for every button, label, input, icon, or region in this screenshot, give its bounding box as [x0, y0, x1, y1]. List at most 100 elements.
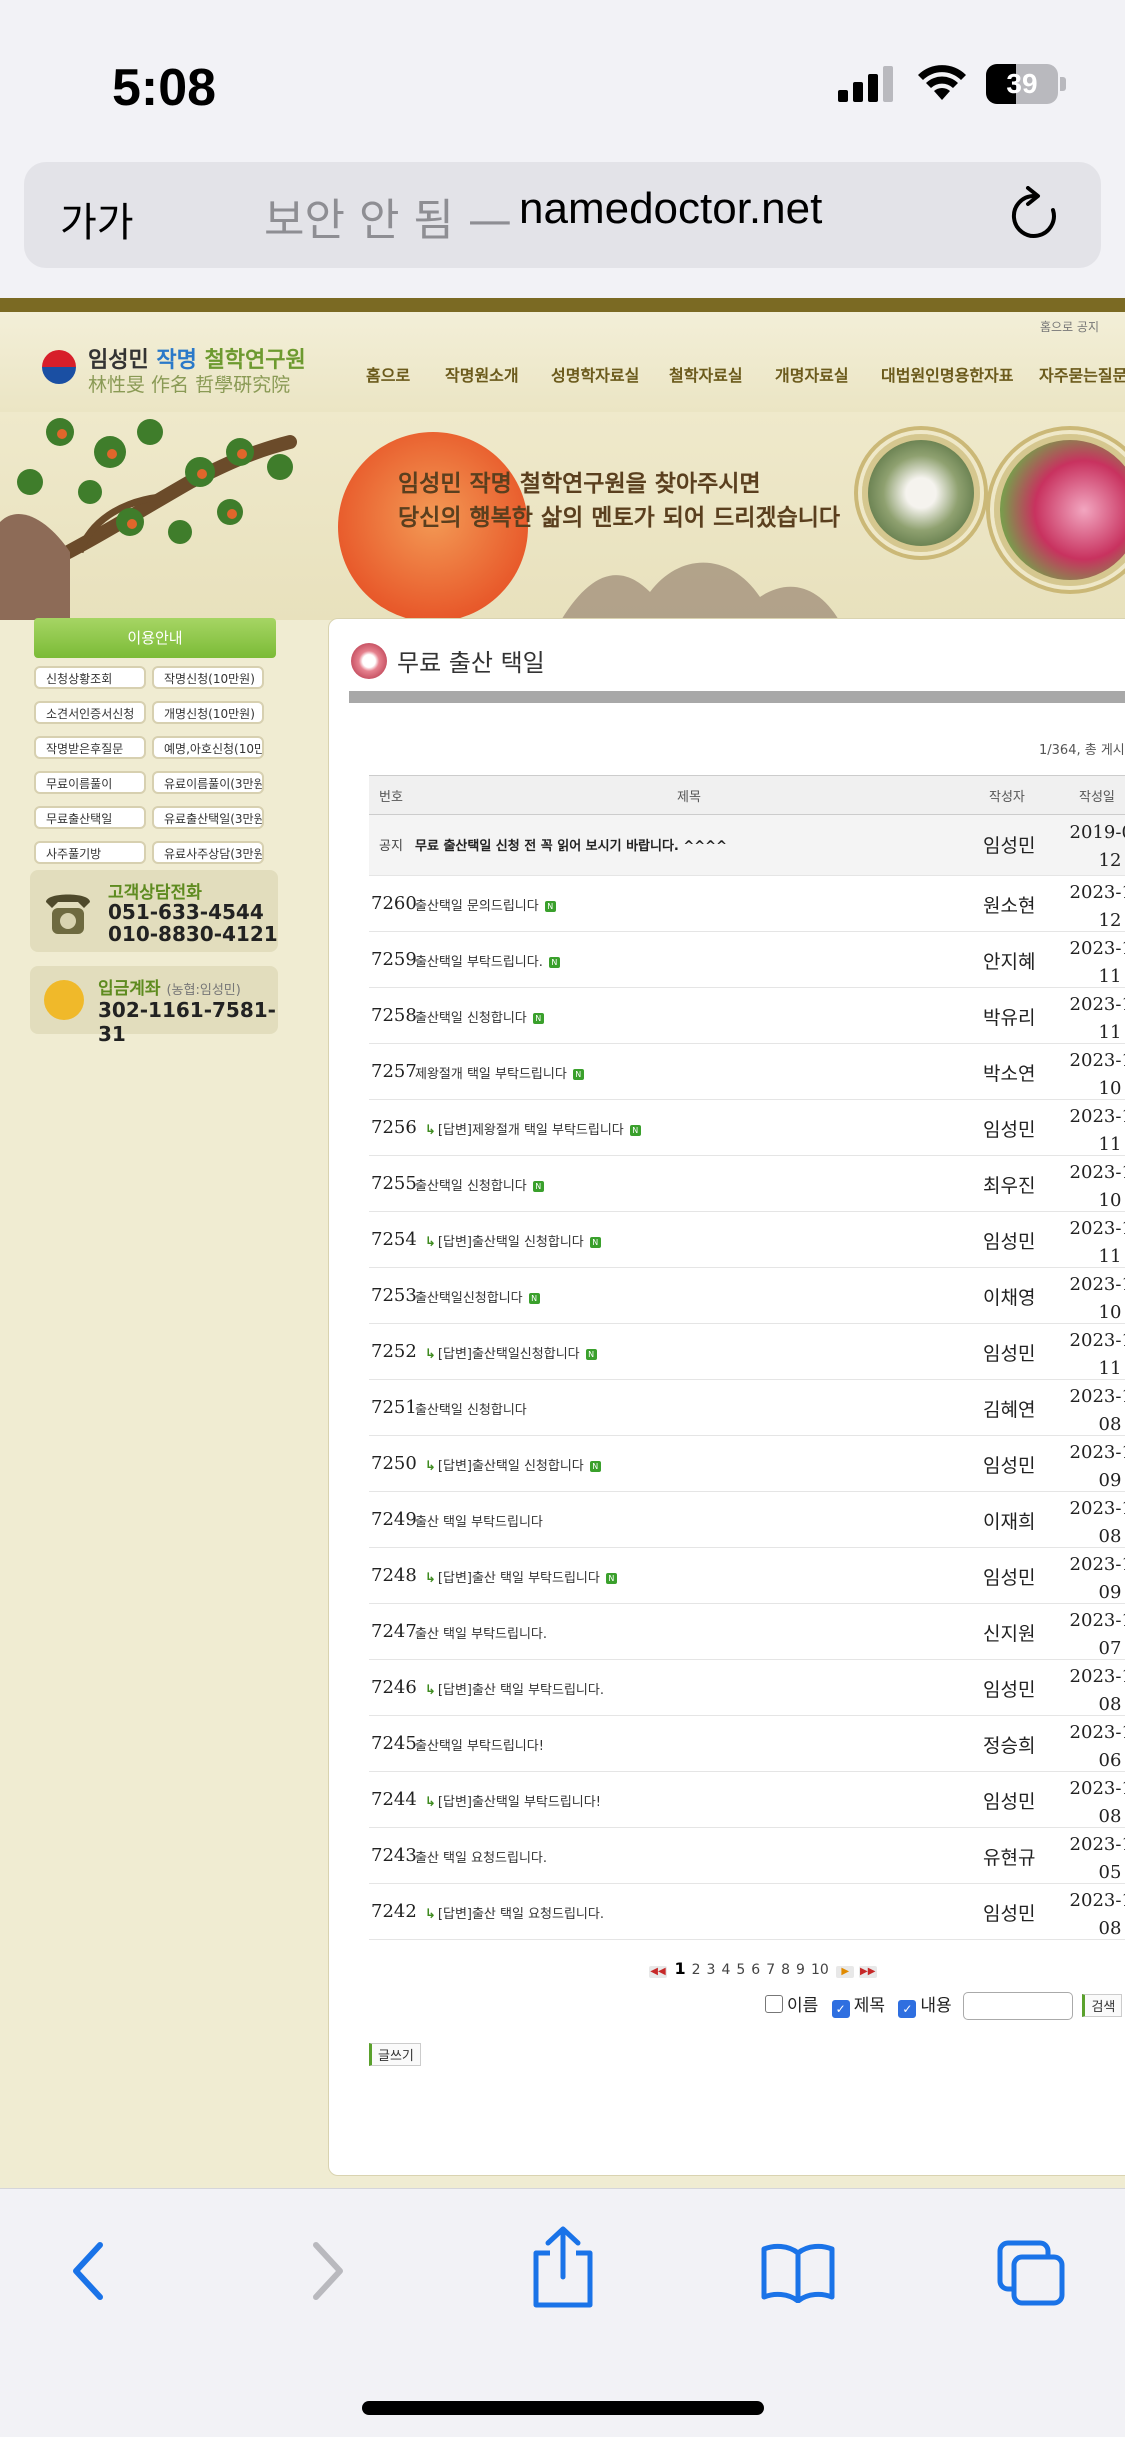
post-subject-link[interactable]: ↳ [답변]출산 택일 부탁드립니다.	[425, 1679, 604, 1698]
nav-faq[interactable]: 자주묻는질문자	[1039, 362, 1125, 386]
post-subject-link[interactable]: 출산 택일 부탁드립니다	[415, 1511, 543, 1530]
sidebar-btn-paid-saju[interactable]: 유료사주상담(3만원)	[152, 841, 264, 864]
table-row[interactable]: 7258출산택일 신청합니다 N 박유리 2023-12-11	[369, 987, 1125, 1044]
post-subject-link[interactable]: 제왕절개 택일 부탁드립니다 N	[415, 1063, 584, 1082]
table-row[interactable]: 7257제왕절개 택일 부탁드립니다 N 박소연 2023-12-10	[369, 1043, 1125, 1100]
post-subject-link[interactable]: 출산택일 문의드립니다 N	[415, 895, 556, 914]
page-settings-button[interactable]: 가가	[60, 190, 134, 248]
sidebar-btn-saju[interactable]: 사주풀기방	[34, 841, 146, 864]
search-button[interactable]: 검색	[1082, 1994, 1123, 2017]
logo-emblem-icon[interactable]	[42, 350, 76, 384]
sidebar-btn-pen-name[interactable]: 예명,아호신청(10만원)	[152, 736, 264, 759]
table-row[interactable]: 7250 ↳[답변]출산택일 신청합니다 N 임성민 2023-12-09	[369, 1435, 1125, 1492]
post-subject-link[interactable]: 출산택일 신청합니다	[415, 1399, 527, 1418]
page-link[interactable]: 6	[751, 1962, 760, 1978]
sidebar-btn-status[interactable]: 신청상황조회	[34, 666, 146, 689]
post-subject-link[interactable]: 출산택일 신청합니다 N	[415, 1175, 544, 1194]
page-link[interactable]: 5	[736, 1962, 745, 1978]
page-link[interactable]: 9	[796, 1962, 805, 1978]
nav-philosophy[interactable]: 철학자료실	[669, 362, 743, 386]
table-row[interactable]: 7242 ↳[답변]출산 택일 요청드립니다. 임성민 2023-12- 08	[369, 1883, 1125, 1940]
phone-number-1[interactable]: 051-633-4544	[108, 900, 264, 924]
post-subject-link[interactable]: ↳ [답변]제왕절개 택일 부탁드립니다 N	[425, 1119, 641, 1138]
search-content-checkbox[interactable]: ✓	[898, 2000, 917, 2018]
post-subject-link[interactable]: ↳ [답변]출산 택일 요청드립니다.	[425, 1903, 604, 1922]
post-subject-link[interactable]: 출산택일 부탁드립니다. N	[415, 951, 560, 970]
logo-subtitle: 林性旻 作名 哲學硏究院	[88, 374, 291, 396]
url-domain[interactable]: namedoctor.net	[519, 184, 822, 234]
table-row[interactable]: 7256 ↳[답변]제왕절개 택일 부탁드립니다 N 임성민 2023-12-11	[369, 1099, 1125, 1156]
sidebar-btn-paid-name[interactable]: 유료이름풀이(3만원)	[152, 771, 264, 794]
post-subject-link[interactable]: 출산 택일 요청드립니다.	[415, 1847, 547, 1866]
bank-holder: (농협:임성민)	[166, 983, 241, 998]
page-link[interactable]: 4	[721, 1962, 730, 1978]
table-row[interactable]: 7248 ↳[답변]출산 택일 부탁드립니다 N 임성민 2023-12-09	[369, 1547, 1125, 1604]
nav-about[interactable]: 작명원소개	[445, 362, 519, 386]
top-links[interactable]: 홈으로 공지	[1040, 318, 1099, 335]
new-badge-icon: N	[589, 1461, 601, 1472]
nav-rename[interactable]: 개명자료실	[775, 362, 849, 386]
post-subject-link[interactable]: 출산 택일 부탁드립니다.	[415, 1623, 547, 1642]
write-button[interactable]: 글쓰기	[369, 2043, 421, 2066]
table-row[interactable]: 7245출산택일 부탁드립니다! 정승희 2023-12-06	[369, 1715, 1125, 1772]
address-bar[interactable]: 가가 보안 안 됨 — namedoctor.net	[24, 162, 1101, 268]
post-subject-link[interactable]: 출산택일 부탁드립니다!	[415, 1735, 544, 1754]
sidebar-btn-free-name[interactable]: 무료이름풀이	[34, 771, 146, 794]
table-row[interactable]: 7252 ↳[답변]출산택일신청합니다 N 임성민 2023-12-11	[369, 1323, 1125, 1380]
post-writer: 임성민	[983, 1679, 1036, 1701]
phone-number-2[interactable]: 010-8830-4121	[108, 922, 278, 946]
forward-icon	[313, 2242, 343, 2300]
first-page-icon[interactable]: ◀◀	[649, 1966, 667, 1978]
new-badge-icon: N	[532, 1181, 544, 1192]
post-subject-link[interactable]: ↳ [답변]출산택일 신청합니다 N	[425, 1455, 601, 1474]
notice-row[interactable]: 공지 무료 출산택일 신청 전 꼭 읽어 보시기 바랍니다. ^^^^ 임성민 201…	[369, 815, 1125, 876]
post-subject-link[interactable]: ↳ [답변]출산택일신청합니다 N	[425, 1343, 597, 1362]
table-row[interactable]: 7246 ↳[답변]출산 택일 부탁드립니다. 임성민 2023-12-08	[369, 1659, 1125, 1716]
battery-icon: 39	[986, 64, 1066, 104]
post-subject-link[interactable]: 출산택일 신청합니다 N	[415, 1007, 544, 1026]
table-row[interactable]: 7247출산 택일 부탁드립니다. 신지원 2023-12-07	[369, 1603, 1125, 1660]
table-row[interactable]: 7244 ↳[답변]출산택일 부탁드립니다! 임성민 2023-12-08	[369, 1771, 1125, 1828]
post-subject-link[interactable]: ↳ [답변]출산택일 부탁드립니다!	[425, 1791, 601, 1810]
sidebar-btn-question[interactable]: 작명받은후질문	[34, 736, 146, 759]
sidebar-btn-certificate[interactable]: 소견서인증서신청	[34, 701, 146, 724]
nav-hanja-table[interactable]: 대법원인명용한자표	[881, 362, 1013, 386]
page-link[interactable]: 10	[811, 1962, 829, 1978]
page-link[interactable]: 3	[707, 1962, 716, 1978]
sidebar-btn-rename[interactable]: 개명신청(10만원)	[152, 701, 264, 724]
search-title-checkbox[interactable]: ✓	[831, 2000, 850, 2018]
nav-name-study[interactable]: 성명학자료실	[551, 362, 639, 386]
page-link[interactable]: 7	[766, 1962, 775, 1978]
table-row[interactable]: 7253출산택일신청합니다 N 이채영 2023-12-10	[369, 1267, 1125, 1324]
bookmarks-icon[interactable]	[760, 2241, 836, 2303]
table-row[interactable]: 7255출산택일 신청합니다 N 최우진 2023-12-10	[369, 1155, 1125, 1212]
post-date-line1: 2023-12-	[1069, 1162, 1125, 1183]
page-link[interactable]: 8	[781, 1962, 790, 1978]
share-icon[interactable]	[528, 2225, 598, 2309]
table-row[interactable]: 7254 ↳[답변]출산택일 신청합니다 N 임성민 2023-12-11	[369, 1211, 1125, 1268]
table-row[interactable]: 7260출산택일 문의드립니다 N 원소현 2023-12-12	[369, 875, 1125, 932]
post-subject-link[interactable]: ↳ [답변]출산 택일 부탁드립니다 N	[425, 1567, 617, 1586]
post-subject-link[interactable]: ↳ [답변]출산택일 신청합니다 N	[425, 1231, 601, 1250]
search-input[interactable]	[963, 1992, 1074, 2020]
table-row[interactable]: 7243출산 택일 요청드립니다. 유현규 2023-12-05	[369, 1827, 1125, 1884]
page-link[interactable]: 2	[692, 1962, 701, 1978]
last-page-icon[interactable]: ▶▶	[858, 1966, 877, 1978]
page-link[interactable]: 1	[674, 1959, 685, 1978]
next-page-icon[interactable]: ▶	[836, 1966, 855, 1978]
tabs-icon[interactable]	[996, 2239, 1068, 2307]
sidebar-btn-free-birth[interactable]: 무료출산택일	[34, 806, 146, 829]
post-subject-link[interactable]: 출산택일신청합니다 N	[415, 1287, 540, 1306]
table-row[interactable]: 7249출산 택일 부탁드립니다 이재희 2023-12-08	[369, 1491, 1125, 1548]
sidebar-btn-naming[interactable]: 작명신청(10만원)	[152, 666, 264, 689]
back-icon[interactable]	[66, 2239, 110, 2303]
search-name-checkbox[interactable]	[765, 1995, 783, 2013]
post-date-line1: 2023-12-	[1069, 994, 1125, 1015]
nav-home[interactable]: 홈으로	[366, 362, 410, 386]
post-subject-link[interactable]: 무료 출산택일 신청 전 꼭 읽어 보시기 바랍니다. ^^^^	[415, 835, 727, 854]
sidebar-btn-paid-birth[interactable]: 유료출산택일(3만원)	[152, 806, 264, 829]
reload-icon[interactable]	[1008, 186, 1060, 242]
table-row[interactable]: 7251출산택일 신청합니다 김혜연 2023-12-08	[369, 1379, 1125, 1436]
new-badge-icon: N	[589, 1237, 601, 1248]
table-row[interactable]: 7259출산택일 부탁드립니다. N 안지혜 2023-12-11	[369, 931, 1125, 988]
